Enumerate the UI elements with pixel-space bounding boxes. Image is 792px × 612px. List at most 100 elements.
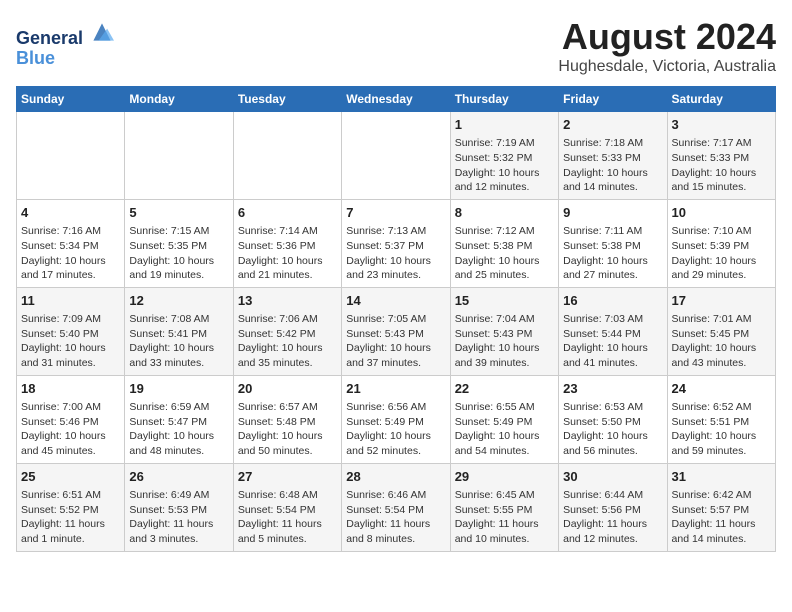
day-info: Sunrise: 7:06 AMSunset: 5:42 PMDaylight:… <box>238 312 337 371</box>
calendar-cell: 19 Sunrise: 6:59 AMSunset: 5:47 PMDayligh… <box>125 375 233 463</box>
day-info: Sunrise: 6:59 AMSunset: 5:47 PMDaylight:… <box>129 400 228 459</box>
calendar-cell: 17 Sunrise: 7:01 AMSunset: 5:45 PMDayligh… <box>667 287 775 375</box>
header-row: SundayMondayTuesdayWednesdayThursdayFrid… <box>17 87 776 112</box>
calendar-cell: 3 Sunrise: 7:17 AMSunset: 5:33 PMDaylight… <box>667 112 775 200</box>
week-row-4: 18Sunrise: 7:00 AMSunset: 5:46 PMDayligh… <box>17 375 776 463</box>
day-number: 28 <box>346 468 445 486</box>
calendar-cell: 21Sunrise: 6:56 AMSunset: 5:49 PMDayligh… <box>342 375 450 463</box>
day-info: Sunrise: 7:12 AMSunset: 5:38 PMDaylight:… <box>455 224 554 283</box>
day-number: 30 <box>563 468 662 486</box>
week-row-1: 1 Sunrise: 7:19 AMSunset: 5:32 PMDaylight… <box>17 112 776 200</box>
calendar-table: SundayMondayTuesdayWednesdayThursdayFrid… <box>16 86 776 552</box>
day-number: 31 <box>672 468 771 486</box>
day-info: Sunrise: 7:14 AMSunset: 5:36 PMDaylight:… <box>238 224 337 283</box>
day-number: 9 <box>563 204 662 222</box>
calendar-cell: 24Sunrise: 6:52 AMSunset: 5:51 PMDayligh… <box>667 375 775 463</box>
calendar-cell: 11 Sunrise: 7:09 AMSunset: 5:40 PMDayligh… <box>17 287 125 375</box>
day-number: 5 <box>129 204 228 222</box>
day-info: Sunrise: 7:10 AMSunset: 5:39 PMDaylight:… <box>672 224 771 283</box>
day-info: Sunrise: 7:09 AMSunset: 5:40 PMDaylight:… <box>21 312 120 371</box>
calendar-cell: 13 Sunrise: 7:06 AMSunset: 5:42 PMDayligh… <box>233 287 341 375</box>
day-info: Sunrise: 7:05 AMSunset: 5:43 PMDaylight:… <box>346 312 445 371</box>
day-number: 23 <box>563 380 662 398</box>
day-info: Sunrise: 7:15 AMSunset: 5:35 PMDaylight:… <box>129 224 228 283</box>
logo-icon <box>90 20 114 44</box>
day-number: 20 <box>238 380 337 398</box>
day-number: 16 <box>563 292 662 310</box>
day-number: 29 <box>455 468 554 486</box>
day-number: 19 <box>129 380 228 398</box>
calendar-cell: 28 Sunrise: 6:46 AMSunset: 5:54 PMDayligh… <box>342 463 450 551</box>
day-info: Sunrise: 6:49 AMSunset: 5:53 PMDaylight:… <box>129 488 228 547</box>
day-number: 4 <box>21 204 120 222</box>
day-number: 6 <box>238 204 337 222</box>
week-row-2: 4 Sunrise: 7:16 AMSunset: 5:34 PMDaylight… <box>17 199 776 287</box>
day-info: Sunrise: 7:08 AMSunset: 5:41 PMDaylight:… <box>129 312 228 371</box>
logo-text: General <box>16 20 114 49</box>
day-info: Sunrise: 6:42 AMSunset: 5:57 PMDaylight:… <box>672 488 771 547</box>
calendar-cell: 5 Sunrise: 7:15 AMSunset: 5:35 PMDaylight… <box>125 199 233 287</box>
calendar-cell: 26Sunrise: 6:49 AMSunset: 5:53 PMDayligh… <box>125 463 233 551</box>
day-info: Sunrise: 7:16 AMSunset: 5:34 PMDaylight:… <box>21 224 120 283</box>
header-saturday: Saturday <box>667 87 775 112</box>
page-title: August 2024 <box>558 16 776 58</box>
calendar-cell: 29 Sunrise: 6:45 AMSunset: 5:55 PMDayligh… <box>450 463 558 551</box>
week-row-5: 25Sunrise: 6:51 AMSunset: 5:52 PMDayligh… <box>17 463 776 551</box>
calendar-cell: 14 Sunrise: 7:05 AMSunset: 5:43 PMDayligh… <box>342 287 450 375</box>
day-info: Sunrise: 6:51 AMSunset: 5:52 PMDaylight:… <box>21 488 120 547</box>
title-block: August 2024 Hughesdale, Victoria, Austra… <box>558 16 776 76</box>
calendar-cell: 30Sunrise: 6:44 AMSunset: 5:56 PMDayligh… <box>559 463 667 551</box>
day-number: 15 <box>455 292 554 310</box>
day-number: 14 <box>346 292 445 310</box>
logo-subtext: Blue <box>16 49 114 69</box>
day-number: 10 <box>672 204 771 222</box>
calendar-cell <box>125 112 233 200</box>
calendar-cell: 18Sunrise: 7:00 AMSunset: 5:46 PMDayligh… <box>17 375 125 463</box>
calendar-cell: 27 Sunrise: 6:48 AMSunset: 5:54 PMDayligh… <box>233 463 341 551</box>
day-number: 27 <box>238 468 337 486</box>
calendar-cell: 9 Sunrise: 7:11 AMSunset: 5:38 PMDaylight… <box>559 199 667 287</box>
header-thursday: Thursday <box>450 87 558 112</box>
calendar-cell: 6 Sunrise: 7:14 AMSunset: 5:36 PMDaylight… <box>233 199 341 287</box>
day-number: 17 <box>672 292 771 310</box>
day-number: 2 <box>563 116 662 134</box>
day-info: Sunrise: 6:48 AMSunset: 5:54 PMDaylight:… <box>238 488 337 547</box>
day-info: Sunrise: 7:01 AMSunset: 5:45 PMDaylight:… <box>672 312 771 371</box>
header-tuesday: Tuesday <box>233 87 341 112</box>
calendar-cell: 4 Sunrise: 7:16 AMSunset: 5:34 PMDaylight… <box>17 199 125 287</box>
calendar-cell: 8 Sunrise: 7:12 AMSunset: 5:38 PMDaylight… <box>450 199 558 287</box>
calendar-cell: 25Sunrise: 6:51 AMSunset: 5:52 PMDayligh… <box>17 463 125 551</box>
week-row-3: 11 Sunrise: 7:09 AMSunset: 5:40 PMDayligh… <box>17 287 776 375</box>
calendar-cell: 7Sunrise: 7:13 AMSunset: 5:37 PMDaylight… <box>342 199 450 287</box>
calendar-cell <box>342 112 450 200</box>
day-info: Sunrise: 6:53 AMSunset: 5:50 PMDaylight:… <box>563 400 662 459</box>
calendar-cell: 23 Sunrise: 6:53 AMSunset: 5:50 PMDayligh… <box>559 375 667 463</box>
page-subtitle: Hughesdale, Victoria, Australia <box>558 58 776 76</box>
day-number: 18 <box>21 380 120 398</box>
calendar-cell: 1 Sunrise: 7:19 AMSunset: 5:32 PMDaylight… <box>450 112 558 200</box>
day-number: 3 <box>672 116 771 134</box>
calendar-cell: 2 Sunrise: 7:18 AMSunset: 5:33 PMDaylight… <box>559 112 667 200</box>
day-info: Sunrise: 6:57 AMSunset: 5:48 PMDaylight:… <box>238 400 337 459</box>
day-info: Sunrise: 6:52 AMSunset: 5:51 PMDaylight:… <box>672 400 771 459</box>
calendar-cell: 31 Sunrise: 6:42 AMSunset: 5:57 PMDayligh… <box>667 463 775 551</box>
logo: General Blue <box>16 20 114 69</box>
day-number: 13 <box>238 292 337 310</box>
day-info: Sunrise: 6:45 AMSunset: 5:55 PMDaylight:… <box>455 488 554 547</box>
day-info: Sunrise: 7:19 AMSunset: 5:32 PMDaylight:… <box>455 136 554 195</box>
day-info: Sunrise: 7:04 AMSunset: 5:43 PMDaylight:… <box>455 312 554 371</box>
day-info: Sunrise: 7:18 AMSunset: 5:33 PMDaylight:… <box>563 136 662 195</box>
header-friday: Friday <box>559 87 667 112</box>
day-info: Sunrise: 7:17 AMSunset: 5:33 PMDaylight:… <box>672 136 771 195</box>
day-info: Sunrise: 7:11 AMSunset: 5:38 PMDaylight:… <box>563 224 662 283</box>
day-info: Sunrise: 7:13 AMSunset: 5:37 PMDaylight:… <box>346 224 445 283</box>
day-info: Sunrise: 6:46 AMSunset: 5:54 PMDaylight:… <box>346 488 445 547</box>
calendar-cell: 12Sunrise: 7:08 AMSunset: 5:41 PMDayligh… <box>125 287 233 375</box>
day-number: 8 <box>455 204 554 222</box>
day-number: 11 <box>21 292 120 310</box>
day-number: 21 <box>346 380 445 398</box>
calendar-cell <box>233 112 341 200</box>
calendar-cell: 22Sunrise: 6:55 AMSunset: 5:49 PMDayligh… <box>450 375 558 463</box>
day-number: 1 <box>455 116 554 134</box>
calendar-cell: 15 Sunrise: 7:04 AMSunset: 5:43 PMDayligh… <box>450 287 558 375</box>
